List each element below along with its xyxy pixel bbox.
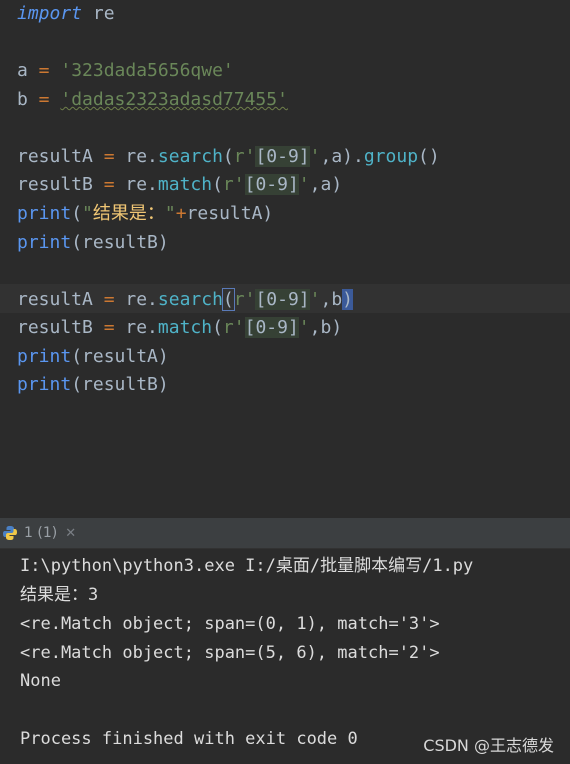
code-token: b — [17, 89, 28, 110]
code-token: (resultB) — [71, 374, 169, 395]
code-line[interactable]: print(resultA) — [17, 343, 169, 371]
code-token: = — [92, 146, 126, 167]
code-line[interactable]: resultA = re.search(r'[0-9]',b) — [17, 286, 354, 314]
code-token: " — [82, 203, 93, 224]
code-token: 结果是： — [92, 203, 165, 224]
code-token: ( — [71, 203, 83, 224]
console-line: 结果是：3 — [20, 585, 99, 605]
code-line[interactable]: resultB = re.match(r'[0-9]',b) — [17, 314, 342, 342]
code-token: = — [27, 60, 61, 81]
code-token: ) — [262, 203, 274, 224]
code-line[interactable]: resultB = re.match(r'[0-9]',a) — [17, 171, 342, 199]
code-token: print — [17, 232, 72, 253]
code-line[interactable]: b = 'dadas2323adasd77455' — [17, 86, 288, 114]
code-token: = — [92, 289, 126, 310]
code-token: resultA — [17, 289, 93, 310]
code-line[interactable]: a = '323dada5656qwe' — [17, 57, 234, 85]
code-token: resultA — [17, 146, 93, 167]
code-token: a — [17, 60, 28, 81]
code-token: () — [418, 146, 440, 167]
console-line: <re.Match object; span=(5, 6), match='2'… — [20, 643, 440, 663]
code-token: ( — [222, 146, 234, 167]
watermark: CSDN @王志德发 — [423, 736, 554, 755]
code-token: print — [17, 346, 72, 367]
code-token: '323dada5656qwe' — [60, 60, 234, 81]
code-line[interactable]: import re — [17, 0, 115, 28]
code-token: ,a) — [309, 174, 343, 195]
code-token: [0-9] — [244, 174, 299, 195]
code-token: re — [82, 3, 115, 24]
code-token: group — [363, 146, 419, 167]
code-token: = — [92, 174, 126, 195]
code-token: [0-9] — [244, 317, 299, 338]
run-tab[interactable]: 1 (1) ✕ — [0, 518, 76, 548]
code-token: re. — [125, 174, 158, 195]
code-token: r' — [222, 317, 245, 338]
code-token: re. — [125, 146, 158, 167]
code-token: (resultB) — [71, 232, 169, 253]
code-token: print — [17, 203, 72, 224]
console-command-line: I:\python\python3.exe I:/桌面/批量脚本编写/1.py — [20, 556, 474, 576]
code-token: ( — [212, 317, 223, 338]
code-token: ( — [212, 174, 223, 195]
code-token: match — [157, 174, 213, 195]
code-token: ' — [298, 317, 310, 338]
code-token: " — [164, 203, 176, 224]
code-token: resultB — [17, 174, 93, 195]
run-tool-window-header: 1 (1) ✕ — [0, 518, 570, 549]
code-token: re. — [125, 289, 158, 310]
code-token: ,b — [320, 289, 343, 310]
run-tab-label: 1 (1) — [24, 525, 58, 541]
code-token: ,a). — [320, 146, 364, 167]
code-token: r' — [233, 289, 256, 310]
code-line[interactable]: print(resultB) — [17, 229, 169, 257]
code-line[interactable]: print(resultB) — [17, 371, 169, 399]
code-token: match — [157, 317, 213, 338]
code-token: [0-9] — [255, 146, 310, 167]
code-token: search — [157, 289, 223, 310]
code-editor[interactable]: import re a = '323dada5656qwe' b = 'dadas2… — [0, 0, 570, 488]
code-token: import — [17, 3, 83, 24]
panel-divider[interactable] — [0, 488, 570, 518]
code-token: ) — [342, 289, 354, 310]
code-token: ' — [309, 289, 321, 310]
code-token: 'dadas2323adasd77455' — [60, 89, 288, 110]
code-line[interactable]: resultA = re.search(r'[0-9]',a).group() — [17, 143, 440, 171]
code-token: ( — [221, 288, 235, 311]
code-token: (resultA) — [71, 346, 169, 367]
code-token: search — [157, 146, 223, 167]
console-line: None — [20, 671, 61, 691]
close-icon[interactable]: ✕ — [65, 526, 76, 541]
code-token: r' — [222, 174, 245, 195]
code-token: re. — [125, 317, 158, 338]
code-token: r' — [233, 146, 256, 167]
console-exit-line: Process finished with exit code 0 — [20, 729, 358, 749]
code-token: resultB — [17, 317, 93, 338]
code-token: ' — [298, 174, 310, 195]
code-token: = — [92, 317, 126, 338]
code-token: ,b) — [309, 317, 343, 338]
code-line[interactable]: print("结果是："+resultA) — [17, 200, 273, 228]
python-icon — [3, 526, 17, 540]
code-token: = — [27, 89, 61, 110]
console-line: <re.Match object; span=(0, 1), match='3'… — [20, 614, 440, 634]
code-token: [0-9] — [255, 289, 310, 310]
code-token: ' — [309, 146, 321, 167]
code-token: print — [17, 374, 72, 395]
code-token: resultA — [186, 203, 263, 224]
code-token: + — [175, 203, 187, 224]
